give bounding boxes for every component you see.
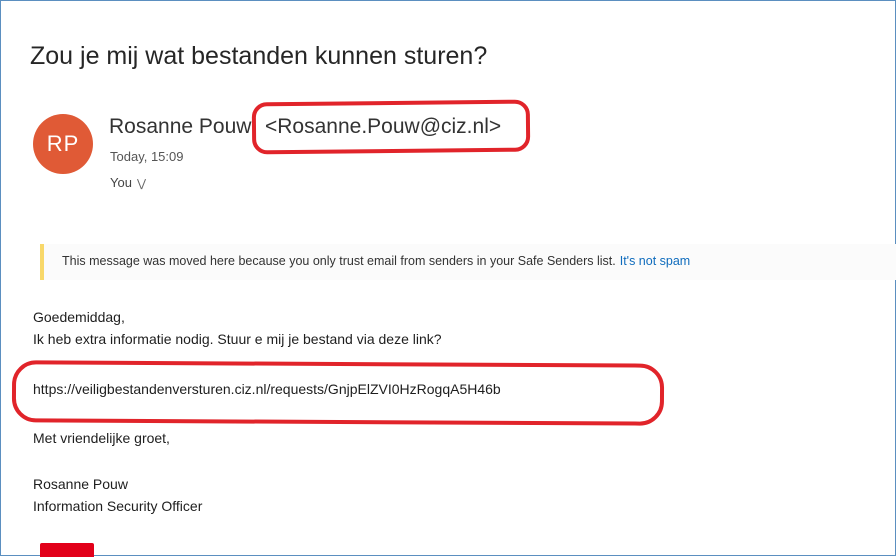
body-closing: Met vriendelijke groet, (33, 430, 170, 446)
company-logo (40, 543, 94, 557)
not-spam-link[interactable]: It's not spam (620, 254, 690, 268)
sender-avatar[interactable]: RP (33, 114, 93, 174)
email-address-highlight (251, 99, 531, 155)
recipient-line[interactable]: You ⋁ (110, 175, 146, 190)
signature-name: Rosanne Pouw (33, 476, 128, 492)
banner-text-container: This message was moved here because you … (62, 254, 690, 268)
recipient-label: You (110, 175, 132, 190)
sender-initials: RP (46, 131, 80, 156)
email-subject: Zou je mij wat bestanden kunnen sturen? (30, 42, 488, 70)
banner-message: This message was moved here because you … (62, 254, 616, 268)
safe-senders-banner: This message was moved here because you … (40, 244, 896, 280)
link-highlight (11, 360, 665, 426)
body-request-line: Ik heb extra informatie nodig. Stuur e m… (33, 331, 442, 347)
body-greeting: Goedemiddag, (33, 309, 125, 325)
sender-name[interactable]: Rosanne Pouw (109, 115, 251, 139)
email-timestamp: Today, 15:09 (110, 149, 184, 164)
signature-title: Information Security Officer (33, 498, 203, 514)
double-chevron-down-icon[interactable]: ⋁ (137, 177, 146, 190)
